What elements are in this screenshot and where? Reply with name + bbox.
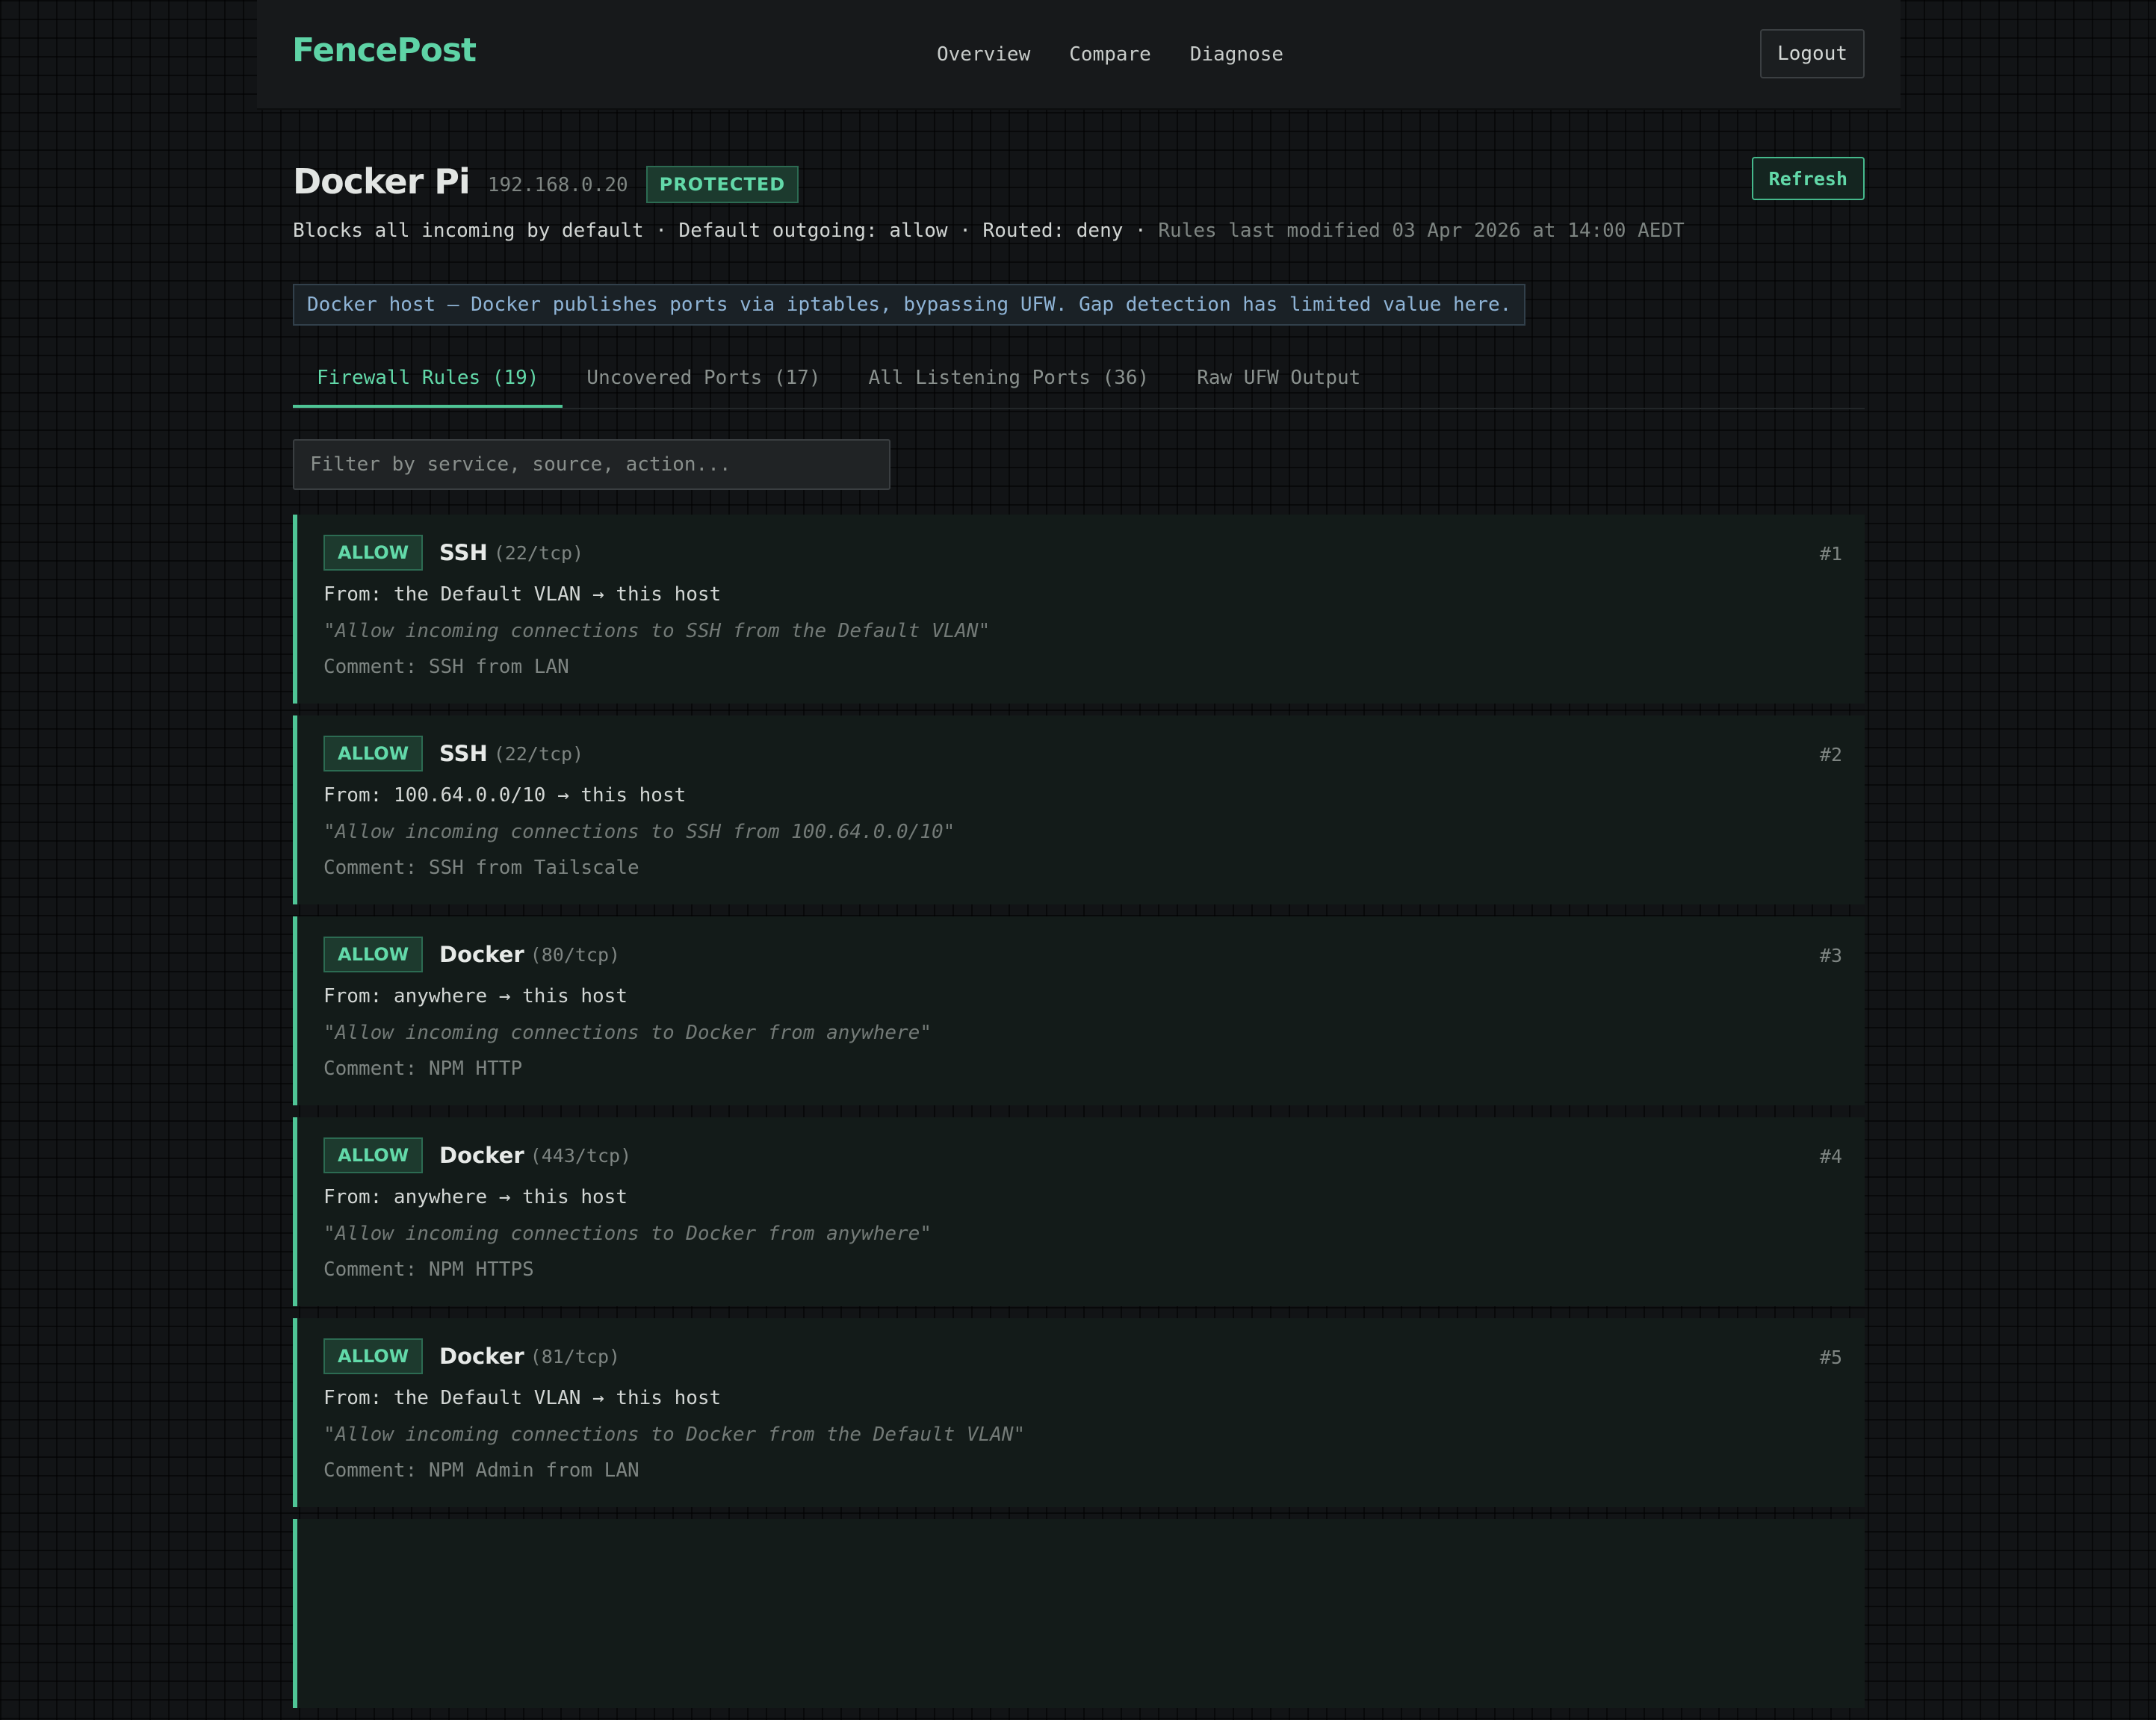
rule-comment: Comment: NPM Admin from LAN [323,1459,639,1482]
rule-card[interactable]: ALLOW Docker (443/tcp) #4 From: anywhere… [293,1117,1865,1306]
rule-service: Docker (81/tcp) [439,1338,620,1374]
main-nav: Overview Compare Diagnose [937,0,1283,108]
rule-list: ALLOW SSH (22/tcp) #1 From: the Default … [293,515,1865,1720]
rule-card[interactable]: ALLOW SSH (22/tcp) #2 From: 100.64.0.0/1… [293,715,1865,904]
default-policy-text: Blocks all incoming by default · Default… [293,220,1147,242]
rule-action-badge: ALLOW [323,535,424,571]
rule-card[interactable]: ALLOW Docker (80/tcp) #3 From: anywhere … [293,916,1865,1105]
status-badge: PROTECTED [645,166,799,203]
rule-number: #1 [1819,543,1842,565]
tab-all-listening-ports[interactable]: All Listening Ports (36) [845,351,1174,408]
rule-card[interactable]: ALLOW Docker (81/tcp) #5 From: the Defau… [293,1318,1865,1507]
tab-uncovered-ports[interactable]: Uncovered Ports (17) [563,351,844,408]
tab-firewall-rules[interactable]: Firewall Rules (19) [293,351,563,408]
rule-comment: Comment: NPM HTTP [323,1058,523,1080]
rule-service: SSH (22/tcp) [439,736,583,771]
rule-service-name: SSH [439,741,488,766]
rule-service-name: Docker [439,1143,524,1168]
last-modified-text: Rules last modified 03 Apr 2026 at 14:00… [1158,220,1685,242]
rule-service-name: Docker [439,942,524,967]
rule-description: "Allow incoming connections to Docker fr… [323,1423,1026,1446]
tab-bar: Firewall Rules (19) Uncovered Ports (17)… [293,351,1865,409]
rule-service: SSH (22/tcp) [439,535,583,571]
rule-action-badge: ALLOW [323,736,424,771]
docker-warning-notice: Docker host — Docker publishes ports via… [293,284,1526,326]
tab-raw-ufw-output[interactable]: Raw UFW Output [1173,351,1384,408]
logout-button[interactable]: Logout [1760,29,1865,78]
rule-port: (22/tcp) [493,541,584,564]
rule-comment: Comment: SSH from LAN [323,656,569,678]
nav-compare[interactable]: Compare [1069,43,1151,66]
rule-source: From: anywhere → this host [323,985,628,1008]
rule-number: #2 [1819,744,1842,766]
rule-filter-input[interactable] [293,439,890,490]
host-title-row: Docker Pi 192.168.0.20 PROTECTED [293,153,799,210]
rule-action-badge: ALLOW [323,1338,424,1374]
rule-source: From: 100.64.0.0/10 → this host [323,784,687,807]
rule-description: "Allow incoming connections to Docker fr… [323,1022,932,1044]
refresh-button[interactable]: Refresh [1751,157,1865,200]
rule-description: "Allow incoming connections to Docker fr… [323,1223,932,1245]
rule-comment: Comment: NPM HTTPS [323,1258,534,1281]
nav-diagnose[interactable]: Diagnose [1190,43,1283,66]
host-ip: 192.168.0.20 [487,174,628,196]
rule-service: Docker (443/tcp) [439,1137,631,1173]
rule-port: (443/tcp) [530,1144,632,1167]
rule-source: From: the Default VLAN → this host [323,583,722,606]
rule-description: "Allow incoming connections to SSH from … [323,821,955,843]
page-title: Docker Pi [293,161,471,202]
rule-card[interactable]: ALLOW SSH (22/tcp) #1 From: the Default … [293,515,1865,704]
rule-number: #3 [1819,945,1842,966]
rule-service-name: Docker [439,1344,524,1369]
rule-action-badge: ALLOW [323,1137,424,1173]
rule-number: #4 [1819,1146,1842,1167]
rule-action-badge: ALLOW [323,937,424,972]
rule-service-name: SSH [439,540,488,565]
rule-description: "Allow incoming connections to SSH from … [323,620,991,642]
rule-number: #5 [1819,1347,1842,1368]
nav-overview[interactable]: Overview [937,43,1030,66]
rule-card-partial[interactable] [293,1519,1865,1708]
rule-port: (22/tcp) [493,742,584,765]
rule-port: (80/tcp) [530,943,621,966]
top-header: FencePost Overview Compare Diagnose Logo… [257,0,1901,110]
brand-logo[interactable]: FencePost [292,31,477,69]
rule-source: From: anywhere → this host [323,1186,628,1208]
policy-summary: Blocks all incoming by default · Default… [293,220,1685,242]
rule-port: (81/tcp) [530,1345,621,1367]
rule-service: Docker (80/tcp) [439,937,620,972]
rule-comment: Comment: SSH from Tailscale [323,857,639,879]
rule-source: From: the Default VLAN → this host [323,1387,722,1409]
